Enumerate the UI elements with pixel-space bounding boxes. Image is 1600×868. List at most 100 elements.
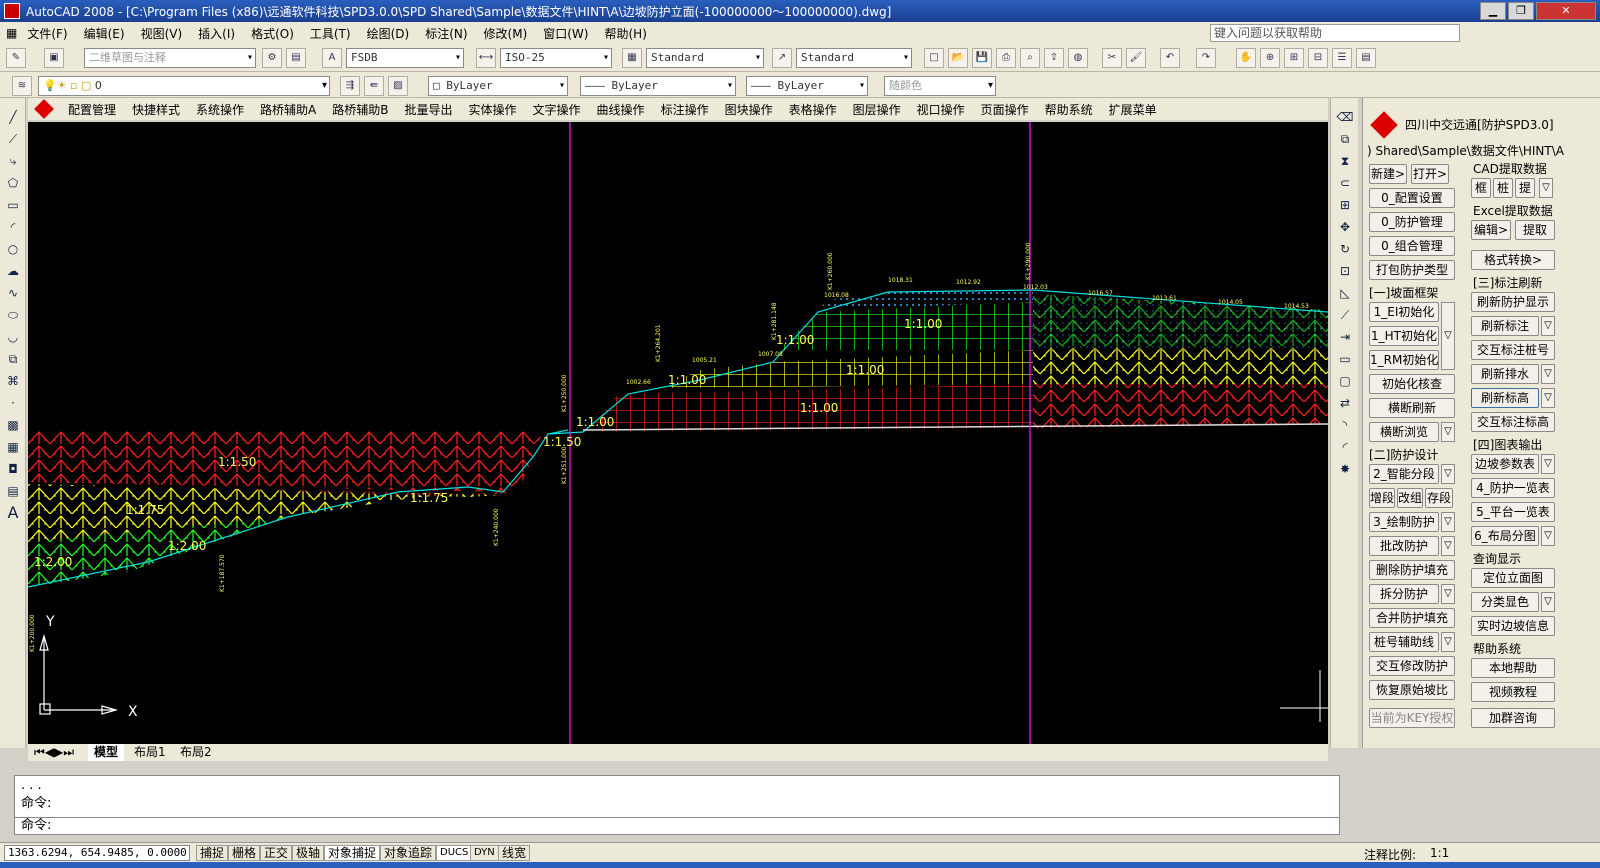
plot-preview-icon[interactable]: ⌕ [1020,48,1040,68]
merge-fill-button[interactable]: 合并防护填充 [1369,608,1455,628]
draw-dropdown-icon[interactable]: ▽ [1441,512,1455,532]
video-tutorial-button[interactable]: 视频教程 [1471,682,1555,702]
multiline-text-icon[interactable]: A [3,504,23,522]
excel-edit-button[interactable]: 编辑> [1471,220,1511,240]
ducs-toggle[interactable]: DUCS [436,845,473,861]
command-input[interactable]: 命令: [14,817,1340,835]
ellipse-icon[interactable]: ⬭ [3,306,23,324]
publish-icon[interactable]: ⇪ [1044,48,1064,68]
polar-toggle[interactable]: 极轴 [292,845,325,861]
station-guide-button[interactable]: 桩号辅助线 [1369,632,1439,652]
color-select[interactable]: □ ByLayer [428,76,568,96]
spd-menu-road-a[interactable]: 路桥辅助A [252,101,324,118]
init-check-button[interactable]: 初始化核查 [1369,374,1455,394]
extract-button[interactable]: 提 [1515,178,1535,198]
pack-types-button[interactable]: 打包防护类型 [1369,260,1455,280]
array-icon[interactable]: ⊞ [1335,196,1355,214]
workspace-save-icon[interactable]: ▤ [286,48,306,68]
draw-protection-button[interactable]: 3_绘制防护 [1369,512,1439,532]
region-icon[interactable]: ◘ [3,460,23,478]
realtime-slope-info-button[interactable]: 实时边坡信息 [1471,616,1555,636]
layer-manager-icon[interactable]: ≋ [12,76,32,96]
mleader-style-icon[interactable]: ↗ [772,48,792,68]
dim-style-select[interactable]: ISO-25 [500,48,612,68]
elevation-dropdown-icon[interactable]: ▽ [1541,388,1555,408]
minimize-button[interactable]: ▁ [1480,2,1506,20]
ellipse-arc-icon[interactable]: ◡ [3,328,23,346]
refresh-protection-display-button[interactable]: 刷新防护显示 [1471,292,1555,312]
local-help-button[interactable]: 本地帮助 [1471,658,1555,678]
menu-help[interactable]: 帮助(H) [596,25,654,42]
restore-button[interactable]: ❐ [1508,2,1534,20]
new-button[interactable]: 新建> [1369,164,1407,184]
ortho-toggle[interactable]: 正交 [260,845,293,861]
spd-menu-road-b[interactable]: 路桥辅助B [324,101,396,118]
explode-icon[interactable]: ✸ [1335,460,1355,478]
menu-insert[interactable]: 插入(I) [190,25,243,42]
workspace-select[interactable]: 二维草图与注释 [84,48,256,68]
locate-elevation-button[interactable]: 定位立面图 [1471,568,1555,588]
menu-dimension[interactable]: 标注(N) [417,25,475,42]
chamfer-icon[interactable]: ⇄ [1335,394,1355,412]
table-style-select[interactable]: Standard [646,48,764,68]
cut-icon[interactable]: ✂ [1102,48,1122,68]
protection-list-button[interactable]: 4_防护一览表 [1471,478,1555,498]
menu-format[interactable]: 格式(O) [243,25,302,42]
osnap-toggle[interactable]: 对象捕捉 [324,845,381,861]
protection-manage-button[interactable]: 0_防护管理 [1369,212,1455,232]
add-segment-button[interactable]: 增段 [1369,488,1395,508]
plotstyle-select[interactable]: 随颜色 [884,76,996,96]
save-segment-button[interactable]: 存段 [1425,488,1453,508]
line-icon[interactable]: ╱ [3,108,23,126]
interactive-elevation-label-button[interactable]: 交互标注标高 [1471,412,1555,432]
interactive-edit-button[interactable]: 交互修改防护 [1369,656,1455,676]
edit-group-button[interactable]: 改组 [1397,488,1423,508]
split-protection-button[interactable]: 拆分防护 [1369,584,1439,604]
scale-icon[interactable]: ⊡ [1335,262,1355,280]
calculator-icon[interactable]: ▤ [1356,48,1376,68]
init-dropdown-icon[interactable]: ▽ [1441,302,1455,370]
join-group-button[interactable]: 加群咨询 [1471,708,1555,728]
tab-model[interactable]: 模型 [88,744,125,761]
platform-list-button[interactable]: 5_平台一览表 [1471,502,1555,522]
text-style-icon[interactable]: A [322,48,342,68]
spd-menu-dimension[interactable]: 标注操作 [653,101,717,118]
spd-menu-table[interactable]: 表格操作 [781,101,845,118]
erase-icon[interactable]: ⌫ [1335,108,1355,126]
cad-extract-dropdown-icon[interactable]: ▽ [1539,178,1553,198]
spd-menu-entity[interactable]: 实体操作 [461,101,525,118]
workspace-settings-icon[interactable]: ⚙ [262,48,282,68]
pencil-icon[interactable]: ✎ [6,48,26,68]
format-convert-button[interactable]: 格式转换> [1471,250,1555,270]
help-search-input[interactable]: 键入问题以获取帮助 [1210,24,1460,42]
polygon-icon[interactable]: ⬠ [3,174,23,192]
command-history[interactable]: . . . 命令: [14,775,1340,819]
excel-extract-button[interactable]: 提取 [1515,220,1555,240]
otrack-toggle[interactable]: 对象追踪 [380,845,437,861]
split-dropdown-icon[interactable]: ▽ [1441,584,1455,604]
menu-edit[interactable]: 编辑(E) [76,25,133,42]
annotation-scale-value[interactable]: 1:1 [1430,846,1449,860]
zoom-previous-icon[interactable]: ⊟ [1308,48,1328,68]
far-right-yellow-fill[interactable] [1033,347,1328,384]
spd-menu-batch-export[interactable]: 批量导出 [397,101,461,118]
browse-dropdown-icon[interactable]: ▽ [1441,422,1455,442]
segment-dropdown-icon[interactable]: ▽ [1441,464,1455,484]
param-dropdown-icon[interactable]: ▽ [1541,454,1555,474]
classify-color-button[interactable]: 分类显色 [1471,592,1539,612]
refresh-drainage-button[interactable]: 刷新排水 [1471,364,1539,384]
arc-icon[interactable]: ◜ [3,218,23,236]
drainage-dropdown-icon[interactable]: ▽ [1541,364,1555,384]
layout-dropdown-icon[interactable]: ▽ [1541,526,1555,546]
make-block-icon[interactable]: ⌘ [3,372,23,390]
linetype-select[interactable]: ——— ByLayer [580,76,736,96]
undo-icon[interactable]: ↶ [1160,48,1180,68]
mirror-icon[interactable]: ⧗ [1335,152,1355,170]
spd-menu-help[interactable]: 帮助系统 [1037,101,1101,118]
pan-icon[interactable]: ✋ [1236,48,1256,68]
layer-previous-icon[interactable]: ⇚ [364,76,384,96]
spd-menu-config[interactable]: 配置管理 [60,101,124,118]
layout-split-button[interactable]: 6_布局分图 [1471,526,1539,546]
coordinates-display[interactable]: 1363.6294, 654.9485, 0.0000 [4,845,190,861]
lineweight-toggle[interactable]: 线宽 [498,845,531,861]
